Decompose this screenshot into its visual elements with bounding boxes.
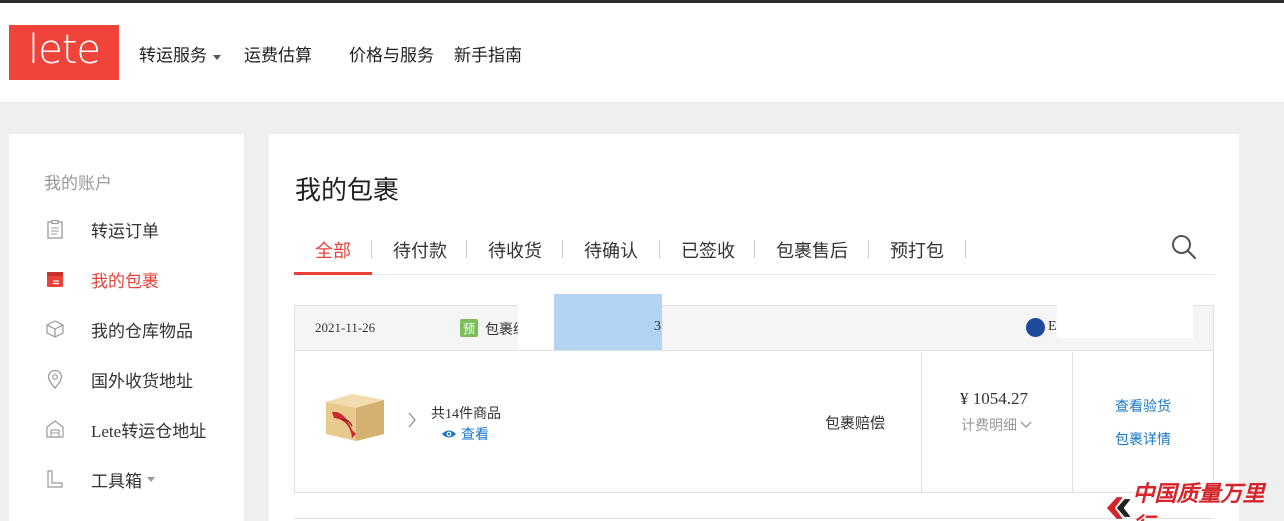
tab-pending-payment[interactable]: 待付款 xyxy=(393,237,447,263)
carrier-logo-icon xyxy=(1026,318,1045,337)
nav-price-service[interactable]: 价格与服务 xyxy=(349,41,434,66)
nav-beginner-guide[interactable]: 新手指南 xyxy=(454,41,522,66)
package-tabs: 全部 待付款 待收货 待确认 已签收 包裹售后 预打包 xyxy=(294,231,1214,275)
package-card-header: 2021-11-26 预 包裹编 3 E xyxy=(295,294,1213,351)
cardboard-box-icon xyxy=(322,390,388,447)
package-box-icon xyxy=(45,269,65,289)
fee-detail-toggle[interactable]: 计费明细 xyxy=(961,415,1032,435)
chevron-right-icon[interactable] xyxy=(407,412,417,433)
cube-icon xyxy=(45,319,65,339)
column-divider xyxy=(1072,352,1073,493)
tab-divider xyxy=(754,240,755,258)
eye-icon xyxy=(442,430,456,438)
prepack-badge: 预 xyxy=(460,319,478,337)
sidebar-title: 我的账户 xyxy=(44,174,112,193)
package-card: 2021-11-26 预 包裹编 3 E 共14件商品 查看 包裹赔偿 ¥ 10… xyxy=(294,294,1214,493)
sidebar-item-label: 我的包裹 xyxy=(91,271,159,291)
item-count: 共14件商品 xyxy=(431,407,501,422)
sidebar-item-warehouse-items[interactable]: 我的仓库物品 xyxy=(45,314,193,344)
column-divider xyxy=(921,352,922,493)
package-claim-link[interactable]: 包裹赔偿 xyxy=(825,412,885,433)
tab-divider xyxy=(562,240,563,258)
chevron-down-icon xyxy=(1020,421,1032,428)
package-date: 2021-11-26 xyxy=(315,320,376,335)
sidebar-item-lete-warehouse-address[interactable]: Lete转运仓地址 xyxy=(45,414,206,444)
active-tab-indicator xyxy=(294,272,372,275)
view-items-link[interactable]: 查看 xyxy=(441,424,489,444)
map-pin-icon xyxy=(45,369,65,389)
sidebar-item-my-packages[interactable]: 我的包裹 xyxy=(45,264,159,294)
tab-divider xyxy=(965,240,966,258)
nav-shipping-estimate[interactable]: 运费估算 xyxy=(244,41,312,66)
sidebar-item-label: 转运订单 xyxy=(91,221,159,241)
account-sidebar: 我的账户 转运订单 我的包裹 我的仓库物品 国外收货地址 Lete转运仓地址 工… xyxy=(9,134,244,521)
lete-logo[interactable]: lete xyxy=(9,25,119,80)
caret-down-icon xyxy=(213,54,221,60)
sidebar-item-label: 工具箱 xyxy=(91,471,142,491)
tab-all[interactable]: 全部 xyxy=(315,237,351,263)
tab-divider xyxy=(868,240,869,258)
package-price: ¥ 1054.27 xyxy=(960,389,1028,408)
view-label: 查看 xyxy=(461,428,489,443)
nav-transfer-service[interactable]: 转运服务 xyxy=(139,41,221,66)
watermark: 中国质量万里行 xyxy=(1105,476,1284,521)
tab-after-sales[interactable]: 包裹售后 xyxy=(776,237,848,263)
sidebar-item-transfer-orders[interactable]: 转运订单 xyxy=(45,214,159,244)
site-header: lete 转运服务 运费估算 价格与服务 新手指南 xyxy=(0,3,1284,103)
page-title: 我的包裹 xyxy=(295,176,400,205)
tab-divider xyxy=(371,240,372,258)
clipboard-icon xyxy=(45,219,65,239)
package-number-tail: 3 xyxy=(654,319,661,334)
sidebar-item-toolbox[interactable]: 工具箱 xyxy=(45,464,155,494)
sidebar-item-overseas-address[interactable]: 国外收货地址 xyxy=(45,364,193,394)
sidebar-item-label: Lete转运仓地址 xyxy=(91,421,207,441)
carrier-name: E xyxy=(1048,319,1057,334)
packages-panel: 我的包裹 全部 待付款 待收货 待确认 已签收 包裹售后 预打包 2021-11… xyxy=(269,134,1239,521)
warehouse-icon xyxy=(45,419,65,439)
fee-detail-label: 计费明细 xyxy=(961,419,1017,434)
tab-signed[interactable]: 已签收 xyxy=(681,237,735,263)
search-button[interactable] xyxy=(1171,234,1197,265)
redaction-block xyxy=(1057,294,1193,338)
nav-label: 转运服务 xyxy=(139,46,207,65)
watermark-logo-icon xyxy=(1106,497,1131,519)
redaction-block xyxy=(518,294,554,350)
sidebar-item-label: 我的仓库物品 xyxy=(91,321,193,341)
search-icon xyxy=(1172,235,1197,260)
tab-divider xyxy=(466,240,467,258)
sidebar-item-label: 国外收货地址 xyxy=(91,371,193,391)
tab-pending-confirm[interactable]: 待确认 xyxy=(584,237,638,263)
view-inspection-link[interactable]: 查看验货 xyxy=(1115,396,1171,416)
tab-prepack[interactable]: 预打包 xyxy=(890,237,944,263)
ruler-icon xyxy=(45,469,65,489)
tab-pending-receipt[interactable]: 待收货 xyxy=(488,237,542,263)
caret-down-icon xyxy=(147,476,155,482)
package-details-link[interactable]: 包裹详情 xyxy=(1115,429,1171,449)
tab-divider xyxy=(659,240,660,258)
redaction-block xyxy=(554,294,662,350)
watermark-text: 中国质量万里行 xyxy=(1132,481,1265,521)
